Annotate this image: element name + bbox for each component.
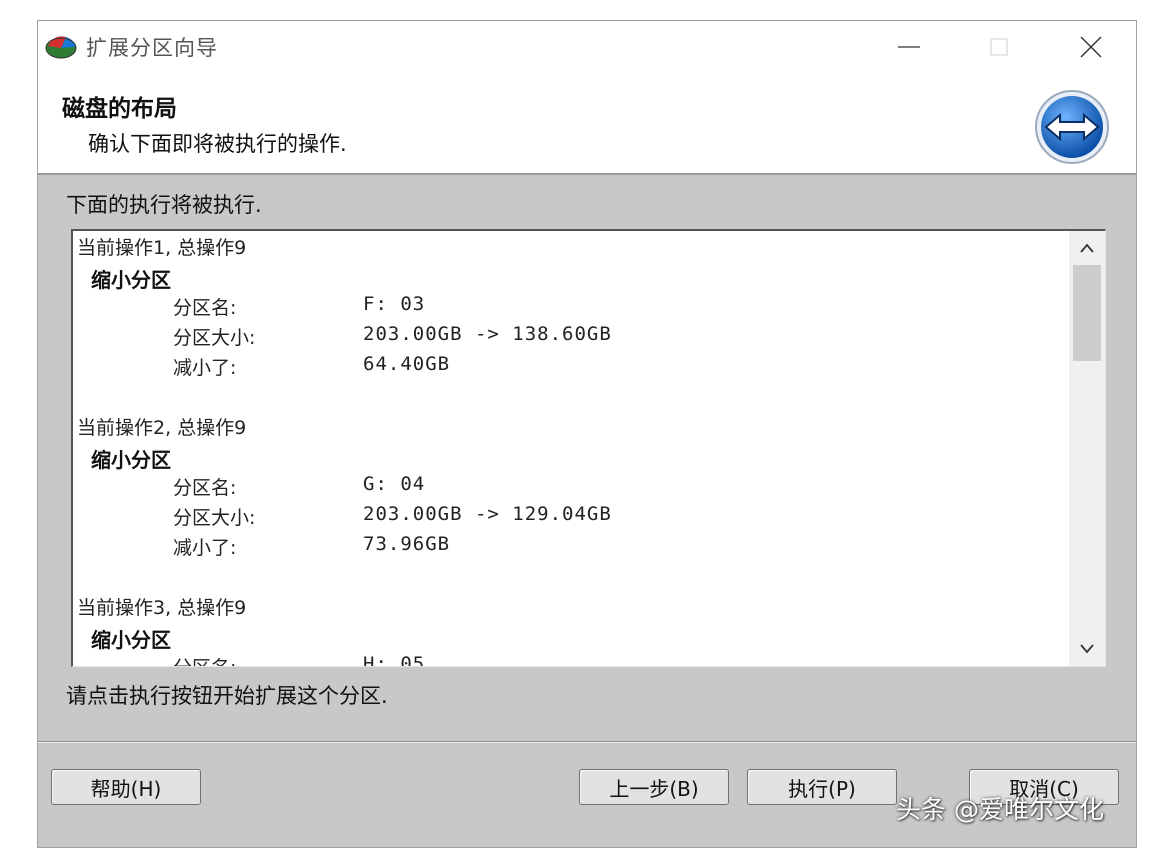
header-title: 磁盘的布局 (62, 96, 177, 122)
resize-arrows-icon (1035, 90, 1109, 164)
detail-value: H: 05 (363, 653, 426, 667)
partition-app-icon (45, 36, 77, 59)
operation-heading: 当前操作1, 总操作9 (77, 237, 247, 259)
operation-item: 当前操作2, 总操作9 缩小分区 分区名: G: 04 分区大小: 203.00… (77, 411, 1067, 591)
operation-item: 当前操作3, 总操作9 缩小分区 分区名: H: 05 (77, 591, 1067, 667)
scroll-down-button[interactable] (1069, 632, 1105, 666)
chevron-up-icon (1080, 243, 1094, 253)
detail-key: 分区名: (173, 477, 237, 499)
detail-value: 64.40GB (363, 353, 451, 375)
wizard-window: 扩展分区向导 磁盘的布局 确认下面即将被执行的操作. 下面的执行将被执行. 当前… (37, 20, 1137, 848)
detail-value: 73.96GB (363, 533, 451, 555)
operations-content: 当前操作1, 总操作9 缩小分区 分区名: F: 03 分区大小: 203.00… (77, 231, 1067, 667)
intro-text: 下面的执行将被执行. (66, 193, 262, 217)
minimize-icon (898, 46, 920, 48)
detail-value: F: 03 (363, 293, 426, 315)
operation-heading: 当前操作2, 总操作9 (77, 417, 247, 439)
execute-button[interactable]: 执行(P) (747, 769, 897, 805)
chevron-down-icon (1080, 644, 1094, 654)
detail-value: 203.00GB -> 138.60GB (363, 323, 612, 345)
operations-list[interactable]: 当前操作1, 总操作9 缩小分区 分区名: F: 03 分区大小: 203.00… (71, 229, 1106, 667)
header-subtitle: 确认下面即将被执行的操作. (88, 132, 347, 156)
operation-item: 当前操作1, 总操作9 缩小分区 分区名: F: 03 分区大小: 203.00… (77, 231, 1067, 411)
back-button[interactable]: 上一步(B) (579, 769, 729, 805)
instruction-text: 请点击执行按钮开始扩展这个分区. (66, 684, 388, 708)
operation-type: 缩小分区 (91, 448, 171, 472)
detail-key: 分区名: (173, 653, 363, 666)
detail-key: 分区大小: (173, 327, 256, 349)
maximize-icon (990, 38, 1008, 56)
operation-type: 缩小分区 (91, 268, 171, 292)
wizard-header: 磁盘的布局 确认下面即将被执行的操作. (38, 73, 1136, 175)
operation-type: 缩小分区 (91, 628, 171, 652)
scroll-up-button[interactable] (1069, 231, 1105, 265)
operation-heading: 当前操作3, 总操作9 (77, 597, 247, 619)
detail-key: 分区大小: (173, 507, 256, 529)
close-icon (1080, 36, 1102, 58)
window-title: 扩展分区向导 (86, 36, 218, 60)
close-button[interactable] (1068, 21, 1114, 73)
maximize-button (976, 21, 1022, 73)
detail-key: 分区名: (173, 297, 237, 319)
scroll-thumb[interactable] (1073, 265, 1101, 361)
detail-key: 减小了: (173, 357, 237, 379)
detail-value: 203.00GB -> 129.04GB (363, 503, 612, 525)
divider (38, 741, 1136, 743)
detail-value: G: 04 (363, 473, 426, 495)
help-button[interactable]: 帮助(H) (51, 769, 201, 805)
vertical-scrollbar[interactable] (1069, 231, 1105, 666)
title-bar: 扩展分区向导 (38, 21, 1136, 73)
detail-key: 减小了: (173, 537, 237, 559)
minimize-button[interactable] (886, 21, 932, 73)
watermark-text: 头条 @爱唯尔文化 (896, 795, 1104, 824)
